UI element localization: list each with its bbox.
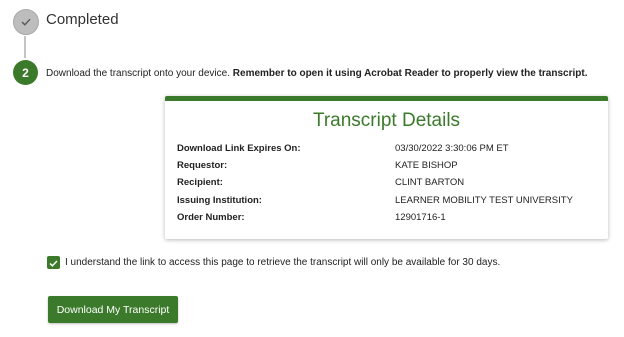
step-connector-line [24, 36, 26, 58]
detail-row-institution: Issuing Institution: LEARNER MOBILITY TE… [177, 195, 597, 209]
checkbox-check-icon [49, 254, 58, 272]
detail-label: Download Link Expires On: [177, 143, 301, 154]
detail-row-requestor: Requestor: KATE BISHOP [177, 160, 597, 174]
detail-label: Recipient: [177, 177, 223, 188]
step-completed-indicator [13, 9, 39, 35]
detail-value: CLINT BARTON [395, 177, 465, 188]
acknowledge-checkbox[interactable] [47, 256, 60, 269]
detail-row-expires: Download Link Expires On: 03/30/2022 3:3… [177, 143, 597, 157]
step-completed-title: Completed [46, 11, 119, 28]
detail-label: Requestor: [177, 160, 228, 171]
detail-value: 03/30/2022 3:30:06 PM ET [395, 143, 509, 154]
card-title: Transcript Details [312, 110, 461, 131]
instruction-text: Download the transcript onto your device… [46, 68, 230, 79]
step-download-instruction: Download the transcript onto your device… [46, 68, 587, 79]
instruction-bold-text: Remember to open it using Acrobat Reader… [232, 68, 588, 79]
detail-row-order-number: Order Number: 12901716-1 [177, 212, 597, 226]
detail-row-recipient: Recipient: CLINT BARTON [177, 177, 597, 191]
detail-label: Order Number: [177, 212, 245, 223]
detail-label: Issuing Institution: [177, 195, 262, 206]
detail-value: 12901716-1 [395, 212, 446, 223]
detail-value: KATE BISHOP [395, 160, 458, 171]
download-transcript-button[interactable]: Download My Transcript [48, 296, 178, 323]
checkmark-icon [21, 13, 31, 31]
transcript-details-card: Transcript Details Download Link Expires… [165, 96, 608, 239]
detail-value: LEARNER MOBILITY TEST UNIVERSITY [395, 195, 573, 206]
acknowledge-label: I understand the link to access this pag… [65, 257, 501, 268]
step-number-badge: 2 [13, 60, 38, 85]
